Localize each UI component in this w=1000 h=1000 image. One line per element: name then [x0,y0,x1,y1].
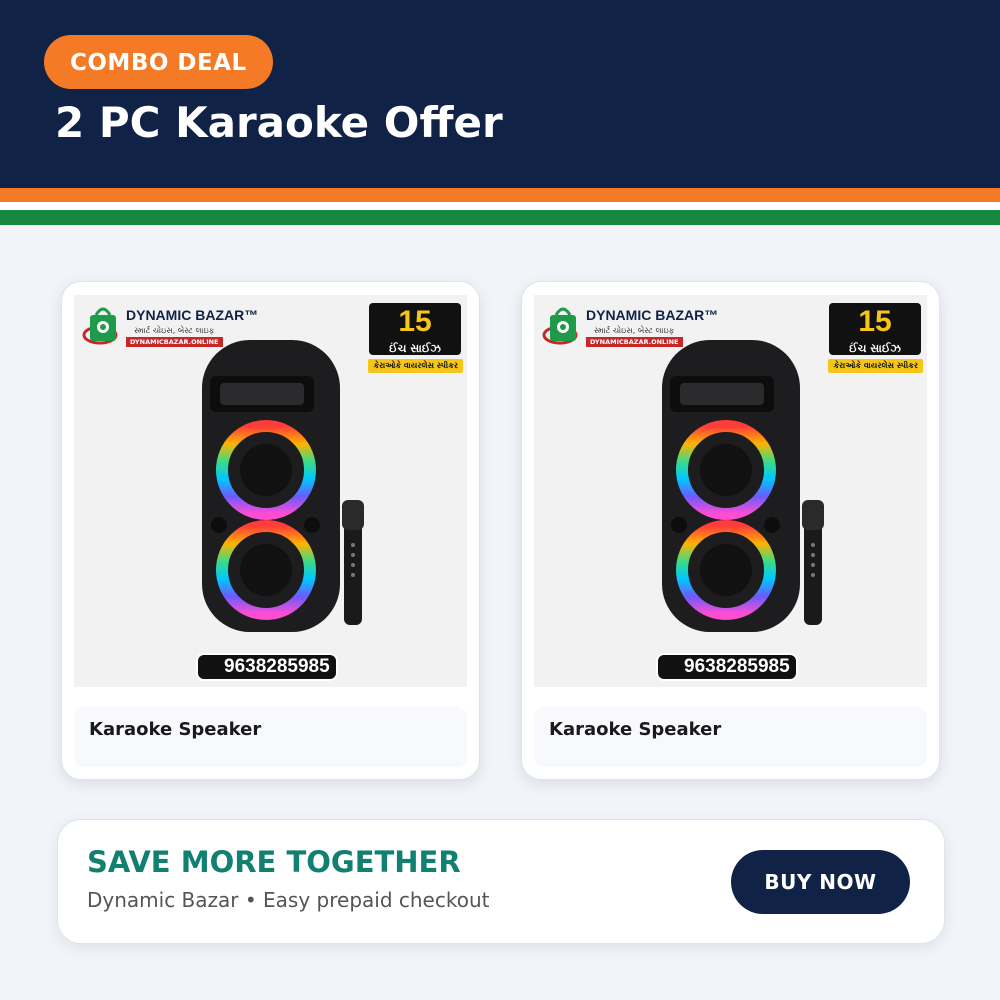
product-card[interactable]: DYNAMIC BAZAR™ સ્માર્ટ ચોઇસ, બેસ્ટ લાઇફ … [521,281,940,780]
green-stripe [0,210,1000,225]
combo-deal-badge: COMBO DEAL [44,35,273,89]
header-banner: COMBO DEAL 2 PC Karaoke Offer [0,0,1000,188]
page-title: 2 PC Karaoke Offer [55,98,503,147]
phone-number: 9638285985 [196,653,338,681]
orange-stripe [0,188,1000,202]
product-title[interactable]: Karaoke Speaker [74,707,467,767]
brand-tagline: સ્માર્ટ ચોઇસ, બેસ્ટ લાઇફ [134,326,215,335]
product-title[interactable]: Karaoke Speaker [534,707,927,767]
brand-tagline: સ્માર્ટ ચોઇસ, બેસ્ટ લાઇફ [594,326,675,335]
cta-panel: SAVE MORE TOGETHER Dynamic Bazar • Easy … [57,819,945,944]
karaoke-speaker-illustration [662,340,824,632]
brand-name: DYNAMIC BAZAR™ [586,307,719,323]
product-image[interactable]: DYNAMIC BAZAR™ સ્માર્ટ ચોઇસ, બેસ્ટ લાઇફ … [534,295,927,687]
product-image[interactable]: DYNAMIC BAZAR™ સ્માર્ટ ચોઇસ, બેસ્ટ લાઇફ … [74,295,467,687]
cta-heading: SAVE MORE TOGETHER [87,845,461,879]
shopping-bag-logo-icon [542,307,578,345]
brand-name: DYNAMIC BAZAR™ [126,307,259,323]
product-card[interactable]: DYNAMIC BAZAR™ સ્માર્ટ ચોઇસ, બેસ્ટ લાઇફ … [61,281,480,780]
white-stripe [0,202,1000,210]
shopping-bag-logo-icon [82,307,118,345]
cta-subtext: Dynamic Bazar • Easy prepaid checkout [87,888,490,912]
phone-number: 9638285985 [656,653,798,681]
buy-now-button[interactable]: BUY NOW [731,850,910,914]
karaoke-speaker-illustration [202,340,364,632]
